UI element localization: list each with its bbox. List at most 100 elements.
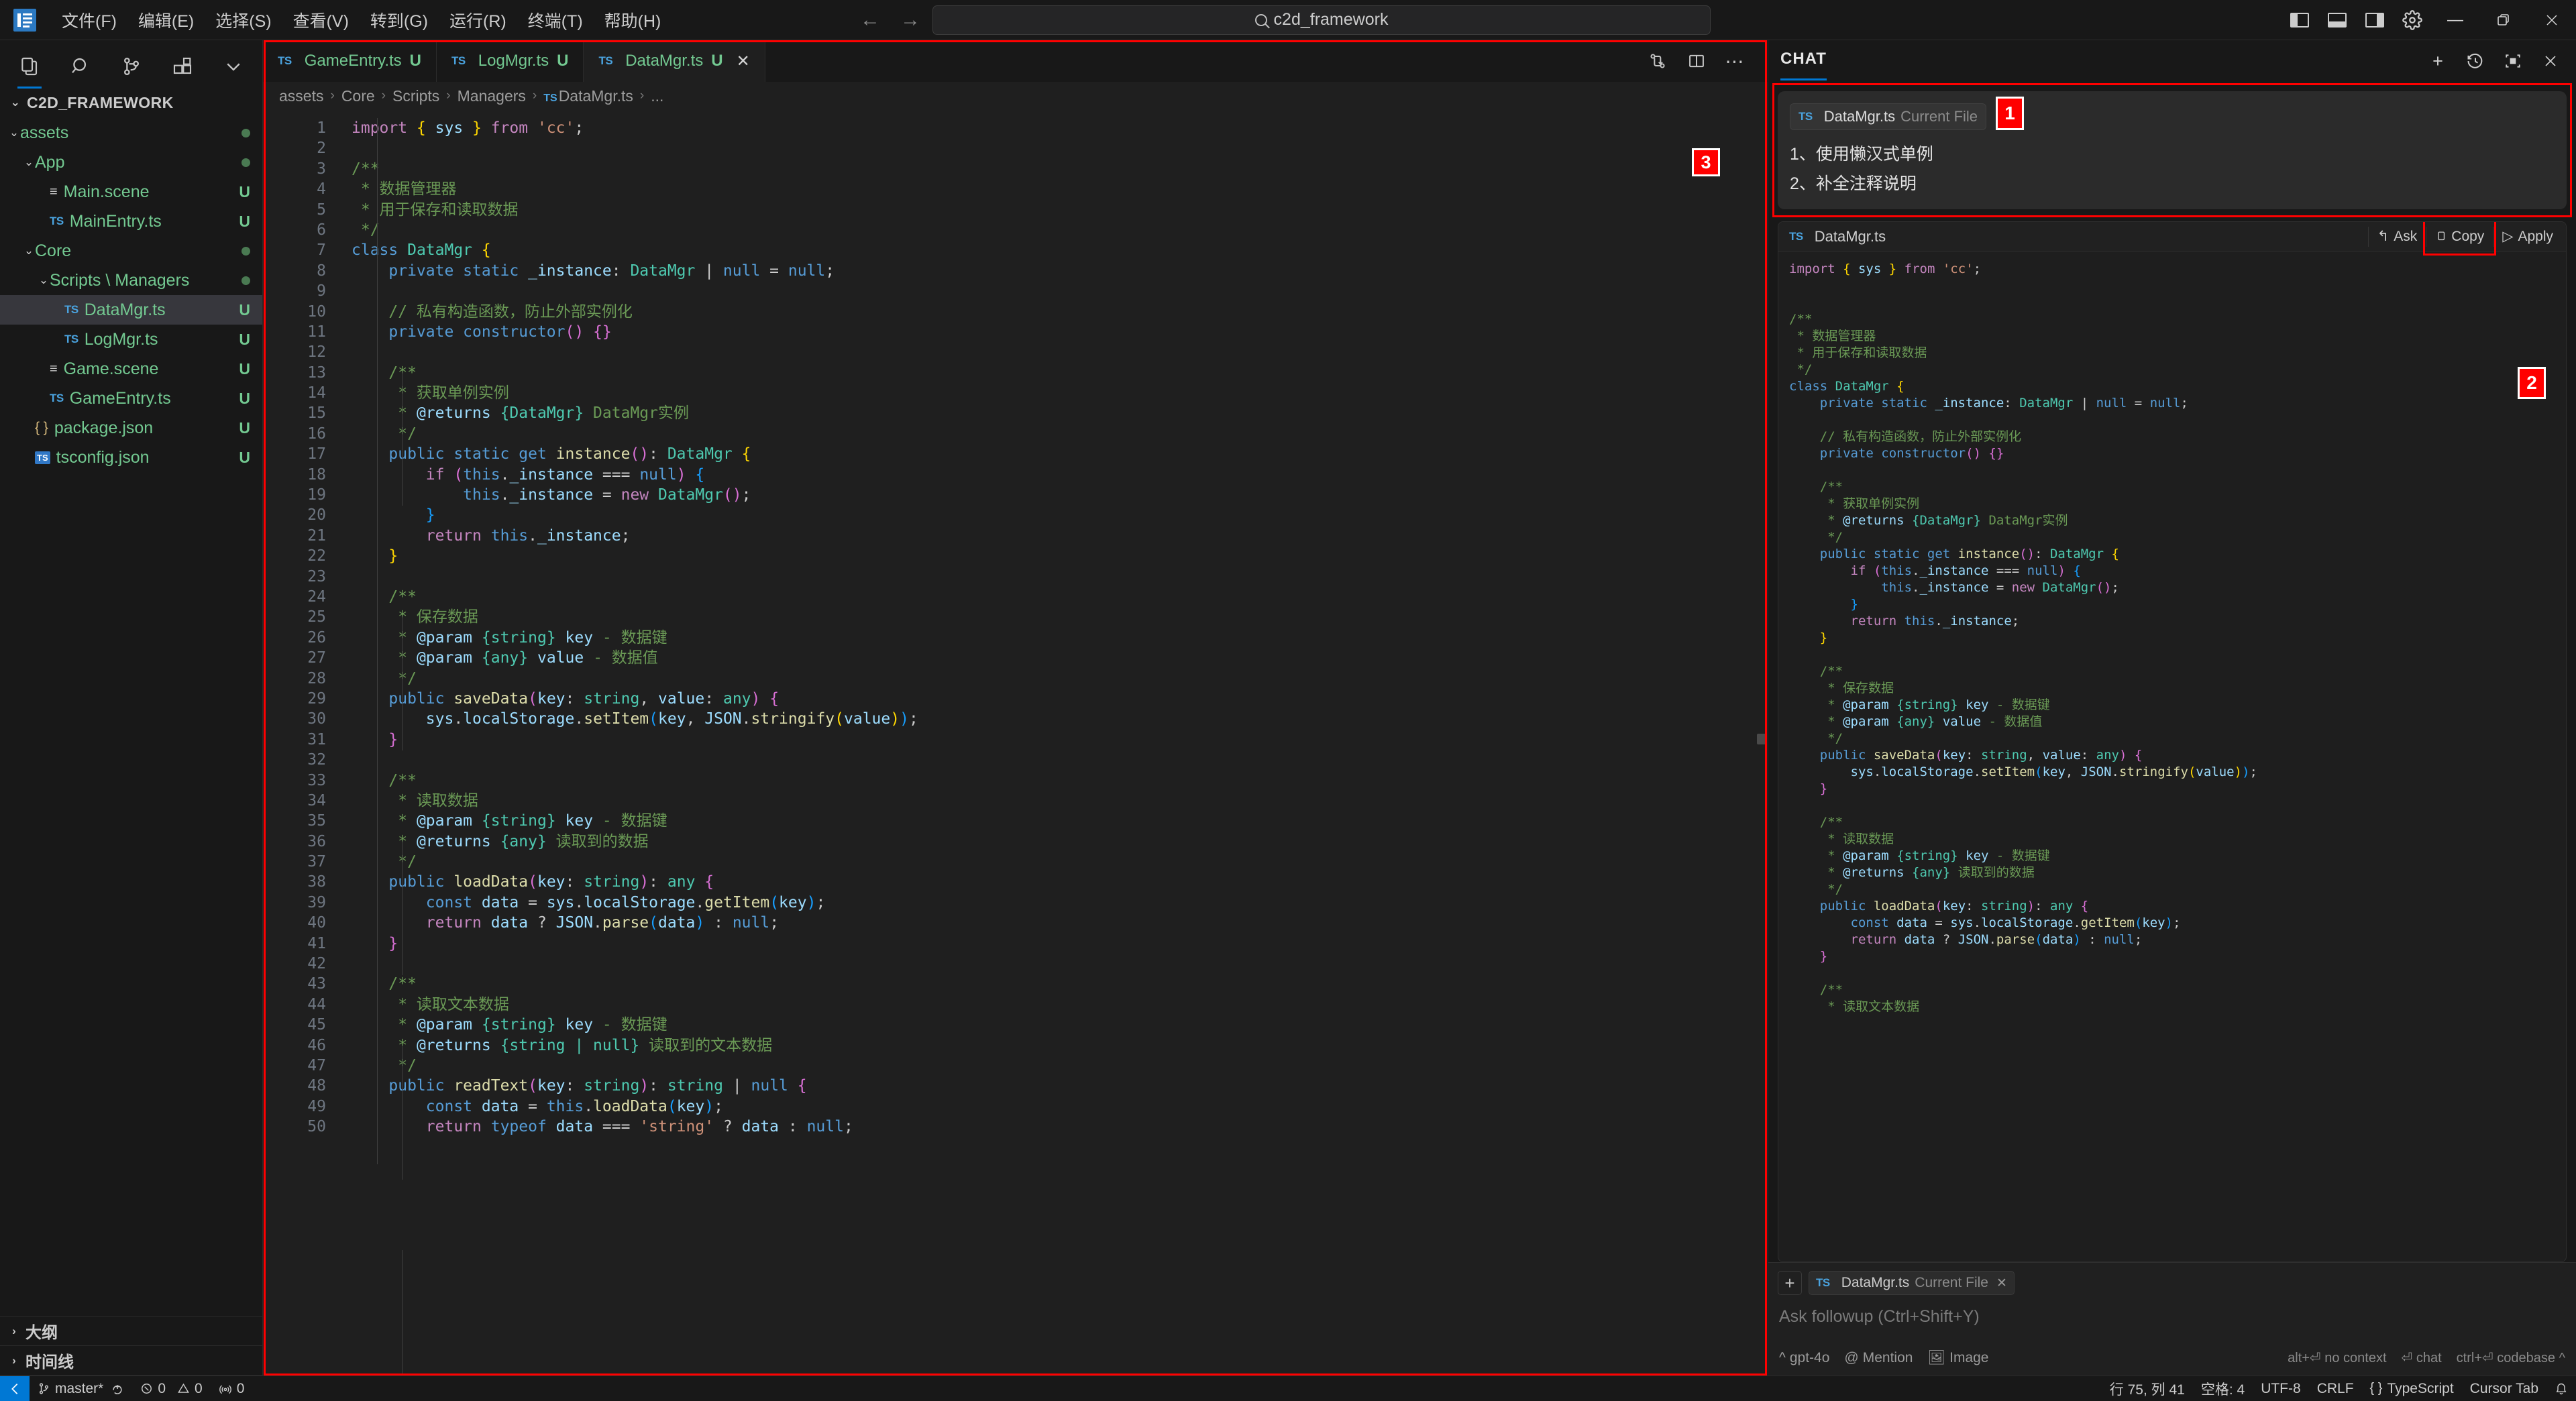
indentation-status[interactable]: 空格: 4: [2193, 1376, 2253, 1401]
code-card-filename-group: TS DataMgr.ts: [1789, 228, 1886, 245]
ports-status[interactable]: 0: [211, 1376, 253, 1401]
notifications-bell-icon[interactable]: [2546, 1376, 2576, 1401]
breadcrumb-segment[interactable]: ...: [651, 87, 663, 105]
toggle-secondary-sidebar-icon[interactable]: [2356, 0, 2394, 40]
tree-item-app[interactable]: ⌄ App: [0, 148, 262, 177]
search-icon[interactable]: [67, 52, 94, 80]
code-editor[interactable]: 1 2 3 4 5 6 7 8 9 10 11 12 13 14 15 16 17 18 19 20 21 22 23 24 2…: [263, 110, 1768, 1376]
menu-edit[interactable]: 编辑(E): [127, 4, 205, 36]
toggle-primary-sidebar-icon[interactable]: [2281, 0, 2318, 40]
tree-item-gameentry-ts[interactable]: TS GameEntry.ts U: [0, 384, 262, 413]
tree-item-game-scene[interactable]: ≡ Game.scene U: [0, 354, 262, 384]
back-arrow-icon[interactable]: ←: [859, 9, 881, 32]
ask-button[interactable]: ↰ Ask: [2367, 226, 2426, 247]
menu-help[interactable]: 帮助(H): [594, 4, 672, 36]
user-message-block: TS DataMgr.ts Current File 1、使用懒汉式单例 2、补…: [1772, 83, 2572, 217]
menu-select[interactable]: 选择(S): [205, 4, 282, 36]
split-diff-icon[interactable]: [1640, 45, 1675, 77]
window-restore-button[interactable]: [2479, 0, 2528, 40]
hint-codebase[interactable]: ctrl+⏎ codebase ^: [2457, 1349, 2565, 1366]
tree-item-tsconfig-json[interactable]: TS tsconfig.json U: [0, 443, 262, 472]
workspace-root-header[interactable]: ⌄ C2D_FRAMEWORK: [0, 89, 262, 117]
tree-item-scripts-managers[interactable]: ⌄ Scripts \ Managers: [0, 266, 262, 295]
breadcrumb-segment[interactable]: assets: [279, 87, 323, 105]
line-number: 34: [307, 791, 326, 809]
window-minimize-button[interactable]: —: [2431, 0, 2479, 40]
chevron-down-icon: ⌄: [10, 96, 21, 109]
model-selector[interactable]: ^ gpt-4o: [1779, 1350, 1829, 1366]
chevron-down-icon: ⌄: [23, 244, 34, 257]
command-search-bar[interactable]: c2d_framework: [932, 5, 1711, 35]
code-line: * @param {string} key - 数据键: [1789, 697, 2050, 712]
tree-item-datamgr-ts[interactable]: TS DataMgr.ts U: [0, 295, 262, 325]
more-views-chevron-down-icon[interactable]: [220, 52, 247, 80]
sync-icon[interactable]: [111, 1382, 124, 1396]
menu-terminal[interactable]: 终端(T): [517, 4, 594, 36]
copy-button[interactable]: Copy: [2423, 222, 2497, 256]
editor-vertical-scrollbar[interactable]: [1757, 734, 1766, 744]
line-number: 15: [307, 404, 326, 423]
close-icon[interactable]: [2537, 48, 2564, 74]
line-number: 44: [307, 995, 326, 1013]
language-mode-status[interactable]: { } TypeScript: [2362, 1376, 2462, 1401]
breadcrumb-segment[interactable]: Scripts: [392, 87, 439, 105]
tree-item-core[interactable]: ⌄ Core: [0, 236, 262, 266]
settings-gear-icon[interactable]: [2394, 0, 2431, 40]
chat-input-field[interactable]: Ask followup (Ctrl+Shift+Y): [1768, 1295, 2576, 1327]
tree-item-package-json[interactable]: { } package.json U: [0, 413, 262, 443]
code-line: return this._instance;: [1789, 614, 2020, 628]
vscode-window: 文件(F) 编辑(E) 选择(S) 查看(V) 转到(G) 运行(R) 终端(T…: [0, 0, 2576, 1401]
explorer-icon[interactable]: [16, 52, 43, 89]
apply-button[interactable]: ▷ Apply: [2493, 226, 2562, 247]
cursor-position-status[interactable]: 行 75, 列 41: [2102, 1376, 2193, 1401]
forward-arrow-icon[interactable]: →: [899, 9, 922, 32]
line-number: 45: [307, 1016, 326, 1034]
tree-item-logmgr-ts[interactable]: TS LogMgr.ts U: [0, 325, 262, 354]
encoding-status[interactable]: UTF-8: [2253, 1376, 2309, 1401]
menu-goto[interactable]: 转到(G): [360, 4, 439, 36]
editor-tab-datamgr-ts[interactable]: TS DataMgr.ts U ✕: [584, 40, 765, 82]
tree-item-main-scene[interactable]: ≡ Main.scene U: [0, 177, 262, 207]
typescript-file-icon: TS: [451, 54, 466, 67]
breadcrumb-segment[interactable]: Core: [341, 87, 375, 105]
chevron-down-icon: ⌄: [9, 126, 19, 139]
git-branch-status[interactable]: master*: [30, 1376, 132, 1401]
new-chat-icon[interactable]: +: [2424, 48, 2451, 74]
typescript-file-icon: TS: [1789, 229, 1803, 243]
context-chip[interactable]: TS DataMgr.ts Current File: [1790, 103, 1987, 130]
window-close-button[interactable]: [2528, 0, 2576, 40]
history-icon[interactable]: [2462, 48, 2489, 74]
menu-view[interactable]: 查看(V): [282, 4, 360, 36]
tree-item-assets[interactable]: ⌄ assets: [0, 118, 262, 148]
editor-tab-gameentry-ts[interactable]: TS GameEntry.ts U: [263, 40, 437, 82]
menu-run[interactable]: 运行(R): [439, 4, 517, 36]
source-control-icon[interactable]: [118, 52, 145, 80]
split-editor-icon[interactable]: [1679, 45, 1714, 77]
breadcrumb-segment[interactable]: TSDataMgr.ts: [543, 87, 633, 105]
mention-button[interactable]: @ Mention: [1844, 1350, 1913, 1366]
eol-status[interactable]: CRLF: [2309, 1376, 2362, 1401]
remote-window-icon[interactable]: [0, 1376, 30, 1401]
code-content[interactable]: import { sys } from 'cc'; /** * 数据管理器 * …: [342, 110, 1768, 1376]
cursor-tab-status[interactable]: Cursor Tab: [2462, 1376, 2546, 1401]
code-card-body[interactable]: import { sys } from 'cc'; /** * 数据管理器 * …: [1778, 251, 2566, 1262]
remove-context-close-icon[interactable]: ✕: [1996, 1276, 2007, 1291]
section-timeline[interactable]: › 时间线: [0, 1346, 262, 1376]
input-context-chip[interactable]: TS DataMgr.ts Current File ✕: [1809, 1271, 2015, 1295]
open-in-editor-icon[interactable]: [2500, 48, 2526, 74]
editor-tab-logmgr-ts[interactable]: TS LogMgr.ts U: [437, 40, 584, 82]
tree-item-mainentry-ts[interactable]: TS MainEntry.ts U: [0, 207, 262, 236]
extensions-icon[interactable]: [169, 52, 196, 80]
section-outline[interactable]: › 大纲: [0, 1316, 262, 1346]
code-line: * 保存数据: [352, 608, 478, 626]
menu-file[interactable]: 文件(F): [51, 4, 127, 36]
tab-close-icon[interactable]: ✕: [737, 52, 750, 71]
toggle-panel-icon[interactable]: [2318, 0, 2356, 40]
breadcrumb-segment[interactable]: Managers: [458, 87, 526, 105]
image-button[interactable]: 🖼 Image: [1927, 1350, 1988, 1366]
more-actions-icon[interactable]: ⋯: [1718, 45, 1753, 77]
code-line: private constructor() {}: [1789, 446, 2004, 461]
problems-status[interactable]: 0 0: [132, 1376, 210, 1401]
add-context-plus-icon[interactable]: +: [1778, 1271, 1802, 1295]
